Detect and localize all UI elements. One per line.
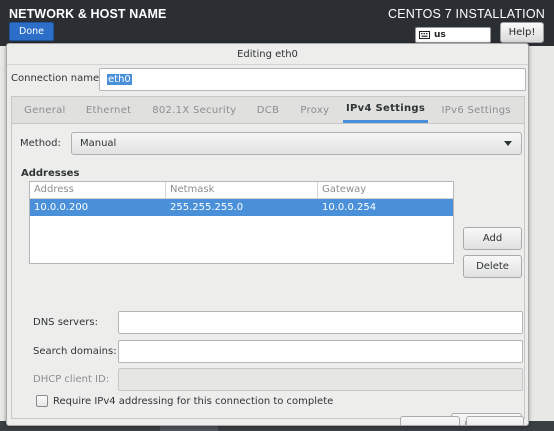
edit-connection-dialog: Editing eth0 Connection name: eth0 Gener… (6, 43, 529, 426)
tab-ipv4-settings[interactable]: IPv4 Settings (342, 97, 429, 123)
require-ipv4-checkbox[interactable] (36, 395, 48, 407)
column-header-address[interactable]: Address (30, 182, 166, 198)
require-ipv4-option[interactable]: Require IPv4 addressing for this connect… (36, 395, 333, 407)
done-button[interactable]: Done (9, 22, 54, 41)
tab-general[interactable]: General (12, 97, 78, 123)
search-domains-label: Search domains: (33, 346, 117, 357)
chevron-down-icon (504, 141, 512, 146)
gateway-cell[interactable]: 10.0.0.254 (318, 199, 453, 216)
installer-title: CENTOS 7 INSTALLATION (387, 7, 545, 21)
method-select[interactable]: Manual (71, 132, 522, 155)
table-row[interactable]: 10.0.0.200 255.255.255.0 10.0.0.254 (30, 199, 453, 216)
tab-dcb[interactable]: DCB (249, 97, 287, 123)
dns-servers-input[interactable] (118, 311, 523, 334)
connection-name-label: Connection name: (11, 73, 103, 84)
delete-address-button[interactable]: Delete (463, 255, 522, 278)
method-label: Method: (20, 138, 61, 149)
tab-proxy[interactable]: Proxy (287, 97, 343, 123)
column-header-gateway[interactable]: Gateway (318, 182, 453, 198)
connection-name-input[interactable]: eth0 (99, 68, 526, 91)
tab-ipv6-settings[interactable]: IPv6 Settings (428, 97, 524, 123)
cancel-button[interactable] (400, 416, 460, 425)
require-ipv4-label: Require IPv4 addressing for this connect… (53, 395, 334, 407)
dns-servers-label: DNS servers: (33, 317, 98, 328)
addresses-heading: Addresses (21, 168, 80, 179)
dialog-title: Editing eth0 (7, 44, 528, 65)
dhcp-client-id-label: DHCP client ID: (33, 374, 110, 385)
keyboard-icon (419, 31, 430, 39)
address-cell[interactable]: 10.0.0.200 (30, 199, 166, 216)
tab-8021x-security[interactable]: 802.1X Security (140, 97, 250, 123)
connection-name-value: eth0 (107, 74, 132, 85)
addresses-table[interactable]: Address Netmask Gateway 10.0.0.200 255.2… (29, 181, 454, 264)
column-header-netmask[interactable]: Netmask (166, 182, 318, 198)
table-header: Address Netmask Gateway (30, 182, 453, 199)
help-button[interactable]: Help! (500, 22, 544, 43)
method-value: Manual (80, 138, 117, 149)
settings-tabs: General Ethernet 802.1X Security DCB Pro… (11, 96, 525, 123)
netmask-cell[interactable]: 255.255.255.0 (166, 199, 318, 216)
search-domains-input[interactable] (118, 340, 523, 363)
dhcp-client-id-input (118, 368, 523, 391)
keyboard-layout-indicator[interactable]: us (415, 27, 491, 43)
save-button[interactable] (466, 416, 524, 425)
spoke-title: NETWORK & HOST NAME (9, 7, 167, 21)
tab-ethernet[interactable]: Ethernet (78, 97, 140, 123)
add-address-button[interactable]: Add (463, 227, 522, 250)
keyboard-layout-label: us (434, 30, 446, 40)
installer-header: NETWORK & HOST NAME Done CENTOS 7 INSTAL… (0, 0, 554, 46)
ipv4-settings-panel: Method: Manual Addresses Address Netmask… (11, 123, 525, 425)
